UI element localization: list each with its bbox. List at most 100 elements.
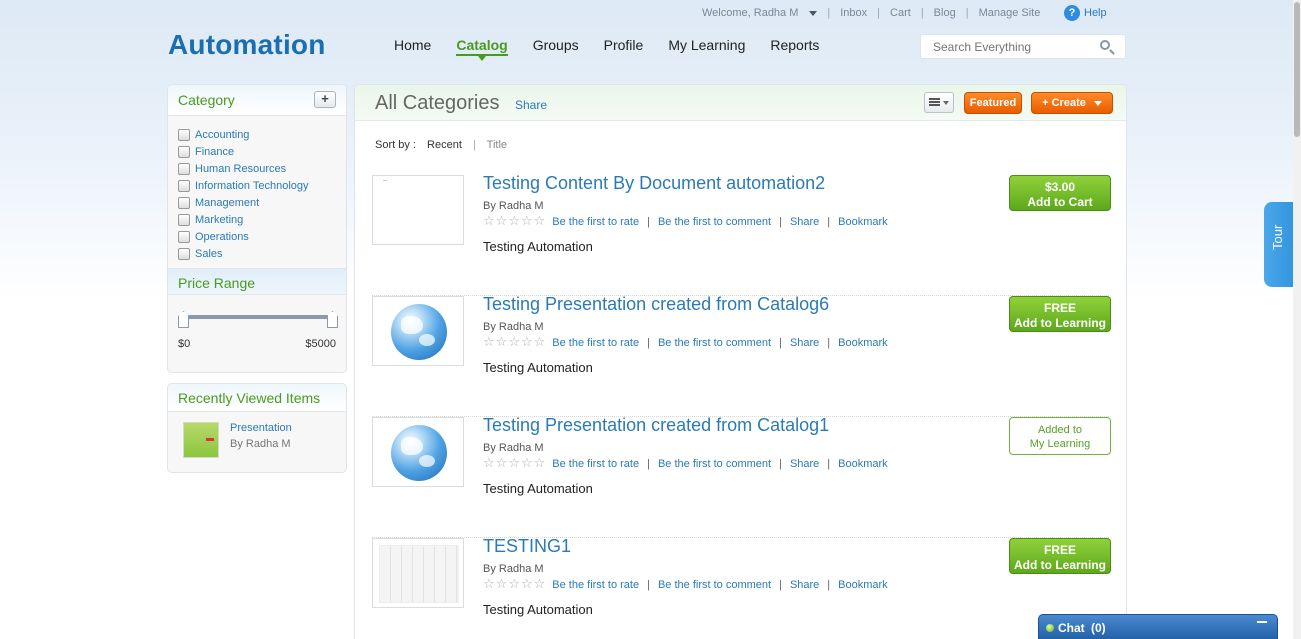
- cart-link[interactable]: Cart: [890, 7, 911, 19]
- list-item[interactable]: Information Technology: [178, 177, 336, 194]
- view-toggle-button[interactable]: [924, 92, 954, 113]
- search-icon[interactable]: [1100, 40, 1110, 50]
- category-link[interactable]: Information Technology: [195, 180, 309, 192]
- nav-my-learning[interactable]: My Learning: [668, 37, 745, 56]
- slider-track[interactable]: [184, 315, 332, 319]
- category-checkbox[interactable]: [178, 179, 190, 192]
- rating-stars[interactable]: ☆ ☆ ☆ ☆ ☆: [483, 578, 546, 591]
- category-link[interactable]: Accounting: [195, 129, 249, 141]
- item-thumbnail[interactable]: [372, 538, 464, 608]
- category-link[interactable]: Operations: [195, 231, 249, 243]
- star-icon[interactable]: ☆: [496, 215, 508, 228]
- list-item[interactable]: Marketing: [178, 211, 336, 228]
- category-checkbox[interactable]: [178, 247, 190, 260]
- price-slider[interactable]: $0 $5000: [168, 295, 346, 350]
- share-category-link[interactable]: Share: [515, 98, 547, 112]
- chat-bar[interactable]: Chat (0): [1038, 614, 1278, 639]
- bookmark-link[interactable]: Bookmark: [838, 337, 888, 349]
- category-link[interactable]: Finance: [195, 146, 234, 158]
- create-button[interactable]: + Create: [1031, 92, 1113, 114]
- rate-link[interactable]: Be the first to rate: [552, 458, 639, 470]
- category-checkbox[interactable]: [178, 230, 190, 243]
- add-to-learning-button[interactable]: FREE Add to Learning: [1009, 538, 1111, 574]
- star-icon[interactable]: ☆: [521, 578, 533, 591]
- category-link[interactable]: Human Resources: [195, 163, 286, 175]
- list-item[interactable]: Operations: [178, 228, 336, 245]
- star-icon[interactable]: ☆: [508, 336, 520, 349]
- bookmark-link[interactable]: Bookmark: [838, 458, 888, 470]
- star-icon[interactable]: ☆: [508, 215, 520, 228]
- help-label[interactable]: Help: [1084, 7, 1107, 19]
- star-icon[interactable]: ☆: [508, 578, 520, 591]
- help-link[interactable]: ? Help: [1064, 5, 1107, 21]
- category-checkbox[interactable]: [178, 196, 190, 209]
- comment-link[interactable]: Be the first to comment: [658, 579, 771, 591]
- category-link[interactable]: Management: [195, 197, 259, 209]
- list-item[interactable]: Presentation By Radha M: [168, 412, 346, 468]
- site-logo[interactable]: Automation: [168, 29, 326, 61]
- share-link[interactable]: Share: [790, 216, 819, 228]
- star-icon[interactable]: ☆: [496, 578, 508, 591]
- list-item[interactable]: Finance: [178, 143, 336, 160]
- list-item[interactable]: Management: [178, 194, 336, 211]
- item-title-link[interactable]: Testing Content By Document automation2: [483, 173, 825, 194]
- category-link[interactable]: Marketing: [195, 214, 243, 226]
- search-input[interactable]: [921, 35, 1091, 58]
- rating-stars[interactable]: ☆ ☆ ☆ ☆ ☆: [483, 457, 546, 470]
- sort-title[interactable]: Title: [487, 139, 507, 151]
- share-link[interactable]: Share: [790, 458, 819, 470]
- star-icon[interactable]: ☆: [534, 578, 546, 591]
- category-checkbox[interactable]: [178, 145, 190, 158]
- blog-link[interactable]: Blog: [934, 7, 956, 19]
- list-item[interactable]: Accounting: [178, 126, 336, 143]
- manage-site-link[interactable]: Manage Site: [979, 7, 1041, 19]
- nav-profile[interactable]: Profile: [604, 37, 644, 56]
- item-title-link[interactable]: Testing Presentation created from Catalo…: [483, 294, 829, 315]
- star-icon[interactable]: ☆: [483, 336, 495, 349]
- slider-min-handle[interactable]: [178, 311, 189, 328]
- comment-link[interactable]: Be the first to comment: [658, 337, 771, 349]
- star-icon[interactable]: ☆: [521, 457, 533, 470]
- add-to-cart-button[interactable]: $3.00 Add to Cart: [1009, 175, 1111, 211]
- star-icon[interactable]: ☆: [521, 215, 533, 228]
- welcome-user[interactable]: Welcome, Radha M: [702, 7, 798, 19]
- rate-link[interactable]: Be the first to rate: [552, 579, 639, 591]
- presentation-thumbnail[interactable]: [183, 422, 219, 458]
- bookmark-link[interactable]: Bookmark: [838, 579, 888, 591]
- comment-link[interactable]: Be the first to comment: [658, 216, 771, 228]
- chevron-down-icon[interactable]: [809, 10, 818, 16]
- star-icon[interactable]: ☆: [534, 215, 546, 228]
- sort-recent[interactable]: Recent: [427, 139, 462, 151]
- star-icon[interactable]: ☆: [496, 457, 508, 470]
- help-icon[interactable]: ?: [1064, 5, 1080, 21]
- add-to-learning-button[interactable]: FREE Add to Learning: [1009, 296, 1111, 332]
- comment-link[interactable]: Be the first to comment: [658, 458, 771, 470]
- item-title-link[interactable]: TESTING1: [483, 536, 571, 557]
- star-icon[interactable]: ☆: [534, 457, 546, 470]
- slider-max-handle[interactable]: [327, 311, 338, 328]
- list-item[interactable]: Human Resources: [178, 160, 336, 177]
- bookmark-link[interactable]: Bookmark: [838, 216, 888, 228]
- star-icon[interactable]: ☆: [483, 578, 495, 591]
- item-thumbnail[interactable]: [372, 417, 464, 487]
- star-icon[interactable]: ☆: [496, 336, 508, 349]
- nav-reports[interactable]: Reports: [770, 37, 819, 56]
- nav-home[interactable]: Home: [394, 37, 431, 56]
- category-checkbox[interactable]: [178, 128, 190, 141]
- star-icon[interactable]: ☆: [534, 336, 546, 349]
- rating-stars[interactable]: ☆ ☆ ☆ ☆ ☆: [483, 215, 546, 228]
- minimize-icon[interactable]: [1257, 621, 1267, 623]
- inbox-link[interactable]: Inbox: [840, 7, 867, 19]
- category-link[interactable]: Sales: [195, 248, 223, 260]
- featured-button[interactable]: Featured: [964, 92, 1022, 114]
- nav-groups[interactable]: Groups: [533, 37, 579, 56]
- page-scrollbar[interactable]: [1293, 0, 1301, 639]
- rate-link[interactable]: Be the first to rate: [552, 216, 639, 228]
- scrollbar-thumb[interactable]: [1294, 2, 1300, 137]
- add-category-button[interactable]: +: [314, 91, 336, 108]
- star-icon[interactable]: ☆: [483, 457, 495, 470]
- item-thumbnail[interactable]: [372, 175, 464, 245]
- item-thumbnail[interactable]: [372, 296, 464, 366]
- recent-item-link[interactable]: Presentation: [230, 422, 292, 434]
- share-link[interactable]: Share: [790, 579, 819, 591]
